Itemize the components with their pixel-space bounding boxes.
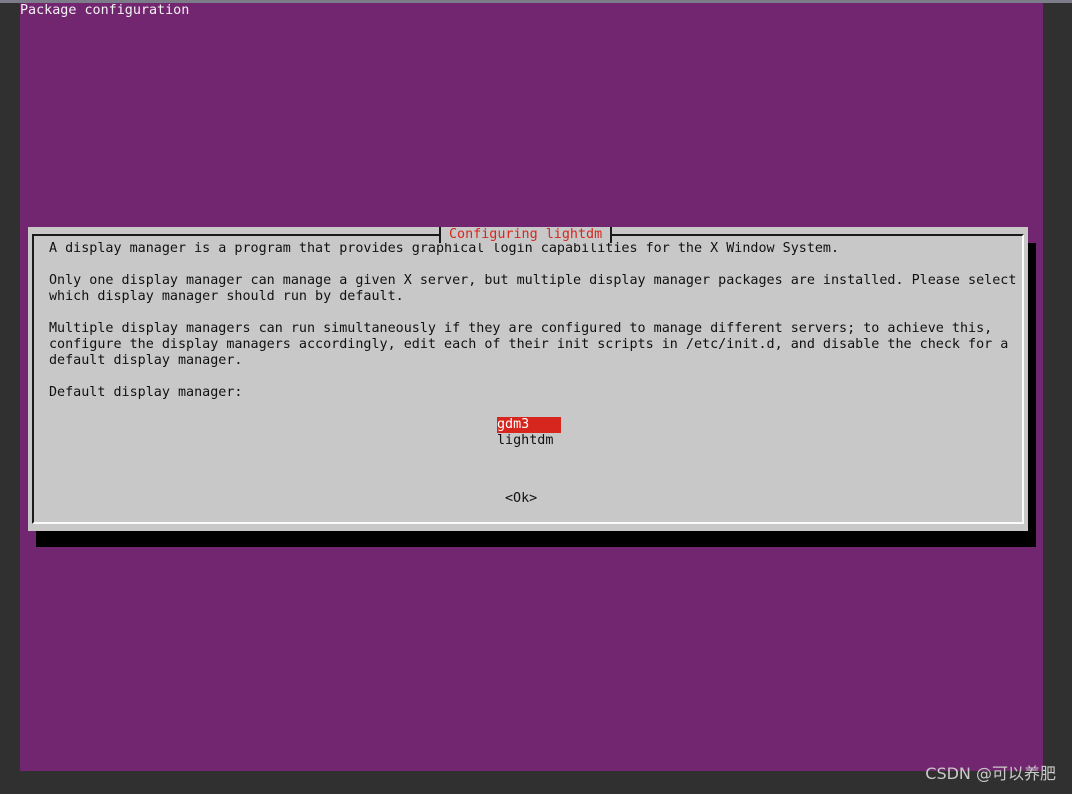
description-line: A display manager is a program that prov… <box>49 241 840 256</box>
option-lightdm[interactable]: lightdm <box>497 433 561 449</box>
description-line: configure the display managers according… <box>49 337 1009 352</box>
option-gdm3[interactable]: gdm3 <box>497 417 561 433</box>
description-line: Multiple display managers can run simult… <box>49 321 993 336</box>
description-line: which display manager should run by defa… <box>49 289 404 304</box>
prompt-label: Default display manager: <box>49 385 243 400</box>
description-line: Only one display manager can manage a gi… <box>49 273 1017 288</box>
config-dialog: A display manager is a program that prov… <box>28 227 1028 531</box>
watermark: CSDN @可以养肥 <box>925 764 1056 783</box>
ok-button[interactable]: <Ok> <box>505 491 537 507</box>
dialog-frame: A display manager is a program that prov… <box>32 234 1024 524</box>
backtitle: Package configuration <box>20 3 190 18</box>
description-line: default display manager. <box>49 353 243 368</box>
dialog-title: Configuring lightdm <box>439 227 613 243</box>
